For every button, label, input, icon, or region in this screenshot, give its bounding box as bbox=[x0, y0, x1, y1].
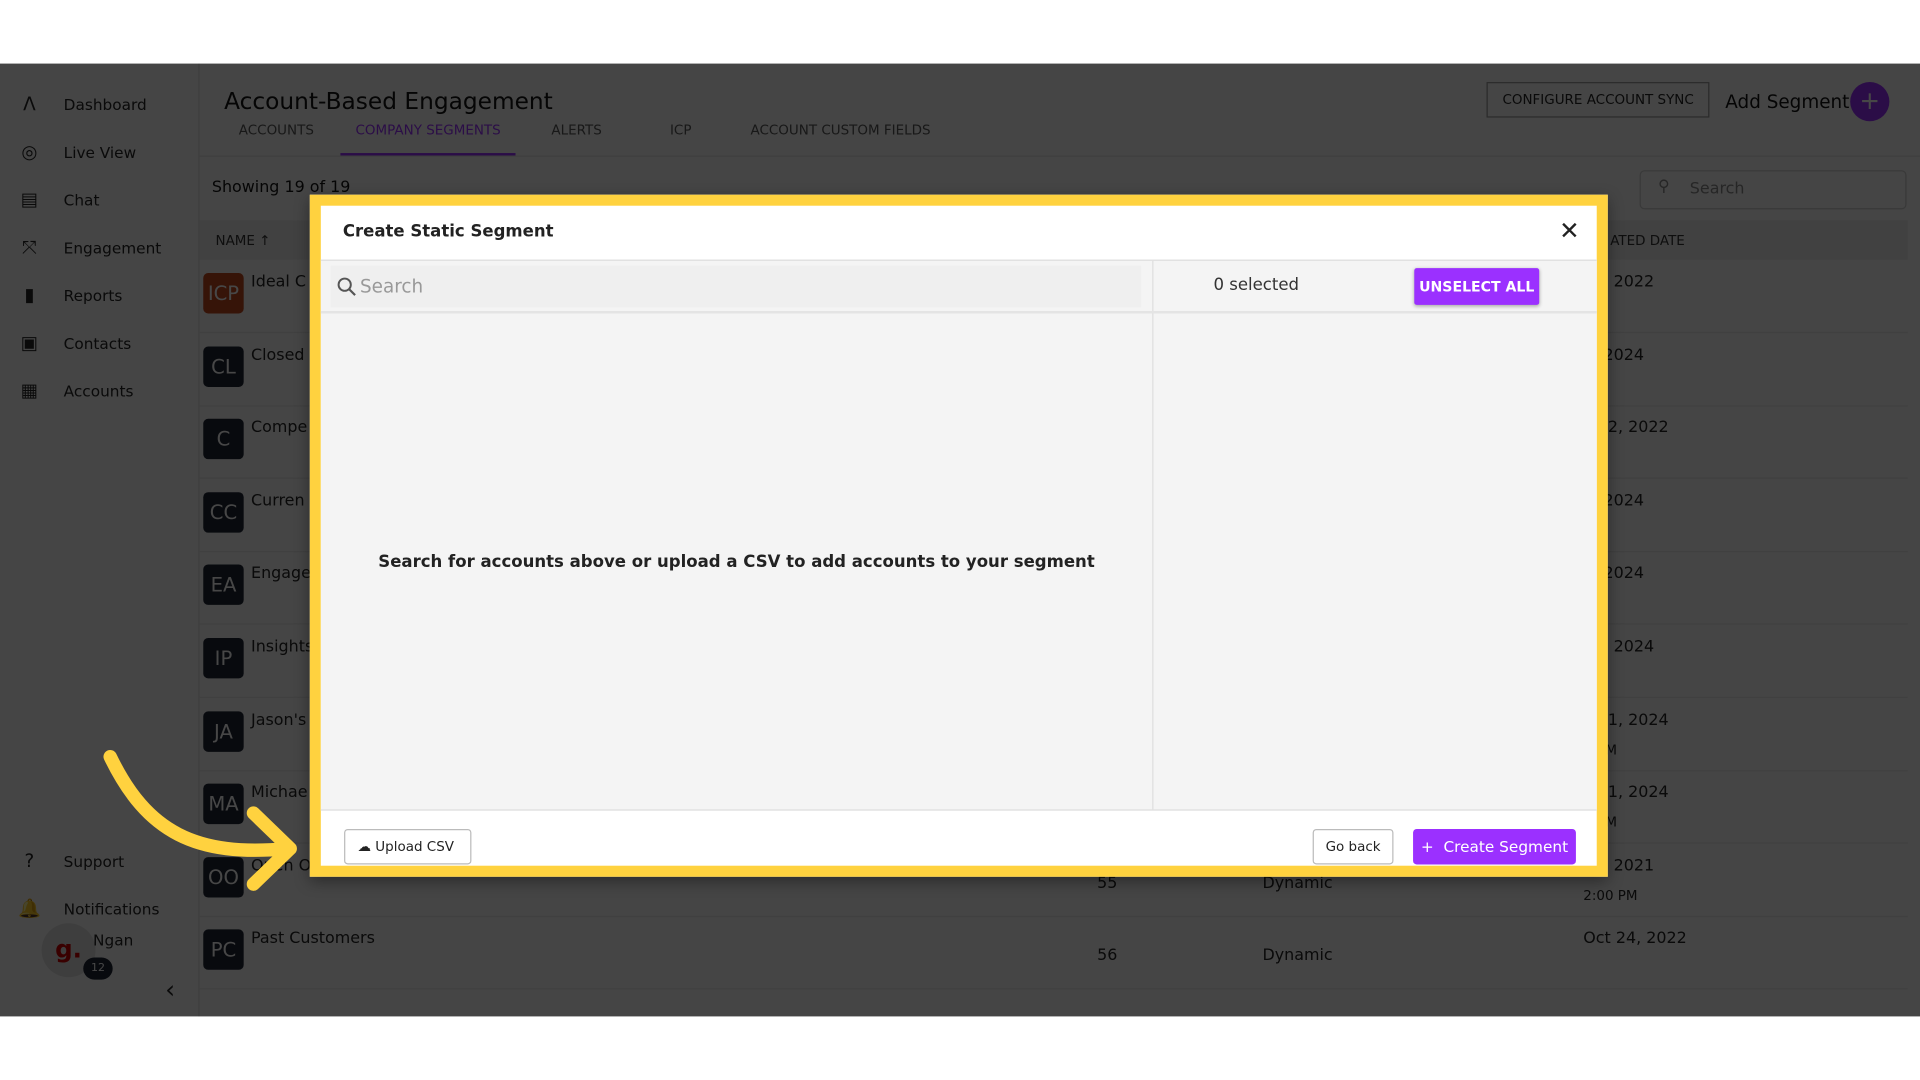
segment-avatar: CC bbox=[203, 491, 244, 533]
segment-type: Dynamic bbox=[1262, 874, 1333, 893]
create-static-segment-modal: Create Static Segment ✕ Search 0 selecte… bbox=[309, 194, 1608, 877]
sidebar-item-label: Dashboard bbox=[63, 94, 147, 114]
divider bbox=[320, 311, 1597, 314]
segment-name[interactable]: Compe bbox=[251, 419, 307, 437]
account-search-input[interactable]: Search bbox=[330, 265, 1142, 308]
sidebar-item-label: Engagement bbox=[63, 238, 162, 257]
segment-name[interactable]: Michae bbox=[251, 784, 308, 802]
sidebar-item-dashboard[interactable]: Λ Dashboard bbox=[17, 93, 147, 115]
sidebar-item-label: Chat bbox=[63, 190, 100, 209]
sidebar-item-label: Accounts bbox=[63, 381, 134, 400]
segment-avatar: IP bbox=[203, 637, 244, 679]
segment-avatar: PC bbox=[203, 929, 244, 971]
divider bbox=[1152, 260, 1154, 810]
segment-avatar: MA bbox=[203, 783, 244, 825]
configure-account-sync-button[interactable]: CONFIGURE ACCOUNT SYNC bbox=[1486, 82, 1710, 118]
sidebar-item-label: Live View bbox=[63, 142, 137, 162]
segment-name[interactable]: Past Customers bbox=[251, 930, 375, 948]
tabs: ACCOUNTS COMPANY SEGMENTS ALERTS ICP ACCOUNT… bbox=[224, 122, 957, 156]
segment-avatar: OO bbox=[203, 856, 244, 898]
sidebar-item-notifications[interactable]: 🔔 Notifications bbox=[17, 897, 160, 920]
tab-account-custom-fields[interactable]: ACCOUNT CUSTOM FIELDS bbox=[736, 122, 945, 155]
sidebar-item-reports[interactable]: ▮ Reports bbox=[17, 284, 122, 306]
empty-message: Search for accounts above or upload a CS… bbox=[378, 552, 1095, 572]
add-segment-label[interactable]: Add Segment bbox=[1725, 91, 1849, 113]
created-time: 2:00 PM bbox=[1583, 887, 1638, 904]
cloud-upload-icon: ☁ bbox=[357, 838, 372, 855]
add-segment-button[interactable]: + bbox=[1850, 82, 1890, 122]
segment-count: 55 bbox=[1097, 874, 1118, 893]
user-profile[interactable]: g. Ngan 12 bbox=[15, 923, 186, 984]
sidebar-item-live-view[interactable]: ◎ Live View bbox=[17, 141, 136, 163]
segment-name[interactable]: Insights bbox=[251, 638, 313, 656]
contact-card-icon: ▣ bbox=[20, 331, 39, 354]
unselect-all-button[interactable]: UNSELECT ALL bbox=[1414, 268, 1540, 305]
plus-icon: + bbox=[1420, 837, 1434, 856]
sidebar-item-label: Reports bbox=[63, 285, 123, 305]
sidebar-item-engagement[interactable]: ⤧ Engagement bbox=[17, 236, 161, 258]
col-name[interactable]: NAME ↑ bbox=[216, 233, 271, 249]
help-icon: ? bbox=[24, 849, 35, 872]
tab-company-segments[interactable]: COMPANY SEGMENTS bbox=[340, 122, 516, 156]
search-icon: ⚲ bbox=[1657, 177, 1670, 196]
segment-avatar: CL bbox=[203, 346, 244, 387]
notification-badge: 12 bbox=[83, 957, 113, 980]
segment-name[interactable]: Ideal C bbox=[251, 273, 306, 291]
segment-name[interactable]: Curren bbox=[251, 492, 305, 510]
tab-accounts[interactable]: ACCOUNTS bbox=[224, 122, 329, 155]
logo-icon: Λ bbox=[23, 93, 36, 116]
segment-avatar: JA bbox=[203, 710, 244, 752]
go-back-button[interactable]: Go back bbox=[1312, 828, 1394, 865]
sidebar: Λ Dashboard ◎ Live View ▤ Chat ⤧ Engagement ▮ Rep… bbox=[0, 63, 200, 1017]
sidebar-item-chat[interactable]: ▤ Chat bbox=[17, 188, 100, 211]
segment-avatar: C bbox=[203, 419, 244, 460]
table-row[interactable]: PC Past Customers 56 Dynamic Oct 24, 2022 bbox=[199, 916, 1908, 990]
table-search-input[interactable]: ⚲ Search bbox=[1639, 170, 1907, 210]
divider bbox=[199, 155, 1920, 157]
sidebar-item-label: Contacts bbox=[63, 333, 132, 353]
segment-name[interactable]: Closed bbox=[251, 346, 304, 364]
collapse-sidebar-button[interactable]: ‹ bbox=[165, 975, 175, 1004]
segment-name[interactable]: Jason's bbox=[251, 711, 306, 729]
bell-icon: 🔔 bbox=[17, 897, 41, 920]
search-icon bbox=[337, 277, 356, 296]
sidebar-item-accounts[interactable]: ▦ Accounts bbox=[17, 379, 134, 402]
created-date: Oct 24, 2022 bbox=[1583, 929, 1687, 949]
bar-chart-icon: ▮ bbox=[24, 284, 35, 307]
tab-icp[interactable]: ICP bbox=[638, 122, 724, 155]
segment-avatar: EA bbox=[203, 564, 244, 606]
page-title: Account-Based Engagement bbox=[224, 88, 553, 116]
create-segment-button[interactable]: + Create Segment bbox=[1413, 828, 1576, 865]
tab-alerts[interactable]: ALERTS bbox=[528, 122, 626, 155]
chat-icon: ▤ bbox=[20, 188, 39, 211]
sidebar-item-contacts[interactable]: ▣ Contacts bbox=[17, 331, 132, 354]
close-icon[interactable]: ✕ bbox=[1559, 216, 1580, 245]
segment-name[interactable]: Engage bbox=[251, 565, 311, 583]
segment-avatar: ICP bbox=[203, 273, 244, 314]
segment-name[interactable]: Open O bbox=[251, 857, 311, 875]
modal-title: Create Static Segment bbox=[342, 221, 554, 242]
sidebar-item-support[interactable]: ? Support bbox=[17, 849, 125, 872]
upload-csv-button[interactable]: ☁ Upload CSV bbox=[344, 828, 472, 865]
col-created-date[interactable]: ATED DATE bbox=[1610, 233, 1685, 249]
selected-count: 0 selected bbox=[1213, 275, 1300, 296]
segment-count: 56 bbox=[1097, 947, 1118, 966]
building-icon: ▦ bbox=[20, 379, 39, 402]
segment-type: Dynamic bbox=[1262, 947, 1333, 966]
globe-search-icon: ◎ bbox=[21, 140, 38, 163]
strategy-icon: ⤧ bbox=[22, 236, 37, 259]
